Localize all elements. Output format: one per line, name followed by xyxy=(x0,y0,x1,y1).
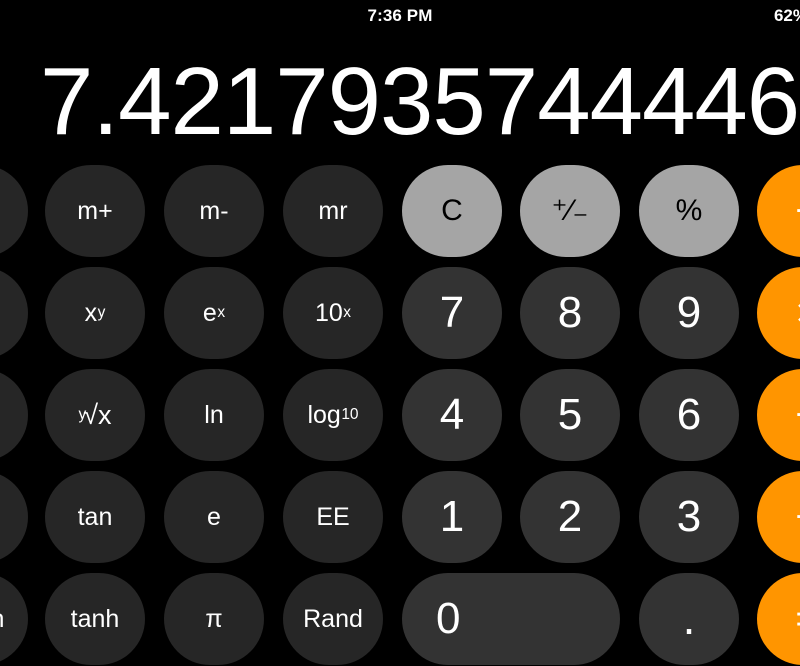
key-ee[interactable]: EE xyxy=(283,471,383,563)
key-equals[interactable]: = xyxy=(757,573,800,665)
key-digit-4[interactable]: 4 xyxy=(402,369,502,461)
key-multiply[interactable]: × xyxy=(757,267,800,359)
key-subtract[interactable]: − xyxy=(757,369,800,461)
key-label: cosh xyxy=(0,606,4,632)
key-label: √x xyxy=(83,399,112,430)
key-label: m+ xyxy=(77,196,113,225)
key-square-root[interactable]: √x xyxy=(0,369,28,461)
key-digit-2[interactable]: 2 xyxy=(520,471,620,563)
key-label: mr xyxy=(318,196,348,225)
key-tan[interactable]: tan xyxy=(45,471,145,563)
key-mc[interactable]: mc xyxy=(0,165,28,257)
keypad-row: cosh tanh π Rand 0. = xyxy=(0,573,800,665)
key-label: EE xyxy=(316,502,350,531)
calculator-keypad: mcm+m-mrC⁺⁄₋%÷x2xyex10x789×√xy√xlnlog104… xyxy=(0,165,800,666)
key-label: 4 xyxy=(439,390,465,439)
key-m-minus[interactable]: m- xyxy=(164,165,264,257)
key-label: 10 xyxy=(314,298,343,327)
keypad-row: x2xyex10x789× xyxy=(0,267,800,359)
status-bar-battery-percent: 62% xyxy=(773,6,800,25)
status-bar: 7:36 PM 62% xyxy=(0,0,800,34)
keypad-row: mc m+ m-mr C ⁺⁄₋% ÷ xyxy=(0,165,800,257)
key-label: tanh xyxy=(70,604,120,633)
key-cos[interactable]: cos xyxy=(0,471,28,563)
display-value: 7.421793574444621 xyxy=(40,48,800,155)
key-label: − xyxy=(795,395,800,435)
key-label: 3 xyxy=(676,492,702,541)
key-label: = xyxy=(795,599,800,639)
keypad-row: cos tan e EE 1 2 3 + xyxy=(0,471,800,563)
key-add[interactable]: + xyxy=(757,471,800,563)
key-x-power-y[interactable]: xy xyxy=(45,267,145,359)
status-bar-time: 7:36 PM xyxy=(367,6,433,25)
key-label: 7 xyxy=(439,288,465,337)
key-x-squared[interactable]: x2 xyxy=(0,267,28,359)
key-tanh[interactable]: tanh xyxy=(45,573,145,665)
key-label: 2 xyxy=(557,492,583,541)
key-label: tan xyxy=(77,502,113,531)
key-label: × xyxy=(795,293,800,333)
key-digit-3[interactable]: 3 xyxy=(639,471,739,563)
key-label: m- xyxy=(199,196,229,225)
key-label: 6 xyxy=(676,390,702,439)
key-label: π xyxy=(205,604,223,633)
key-mr[interactable]: mr xyxy=(283,165,383,257)
key-pi[interactable]: π xyxy=(164,573,264,665)
key-digit-8[interactable]: 8 xyxy=(520,267,620,359)
key-rand[interactable]: Rand xyxy=(283,573,383,665)
calculator-screen: 7:36 PM 62% 7.421793574444621 mcm+m-mrC⁺… xyxy=(0,0,800,666)
key-label: 1 xyxy=(439,492,465,541)
key-label: log xyxy=(307,400,341,429)
key-ten-power-x[interactable]: 10 x xyxy=(283,267,383,359)
key-digit-7[interactable]: 7 xyxy=(402,267,502,359)
calculator-display[interactable]: 7.421793574444621 xyxy=(0,52,800,152)
key-digit-6[interactable]: 6 xyxy=(639,369,739,461)
key-sign-toggle[interactable]: ⁺⁄₋ xyxy=(520,165,620,257)
key-decimal-point[interactable]: . xyxy=(639,573,739,665)
key-digit-0[interactable]: 0 xyxy=(402,573,620,665)
key-label: . xyxy=(682,592,696,645)
key-label: 0 xyxy=(436,594,461,643)
key-divide[interactable]: ÷ xyxy=(757,165,800,257)
key-y-root-x[interactable]: y √x xyxy=(45,369,145,461)
key-label: Rand xyxy=(303,604,363,633)
key-label: C xyxy=(441,194,463,227)
key-label: x xyxy=(84,298,98,327)
key-label: 8 xyxy=(557,288,583,337)
key-clear[interactable]: C xyxy=(402,165,502,257)
key-label: ÷ xyxy=(796,191,800,231)
key-log-base-10[interactable]: log 10 xyxy=(283,369,383,461)
key-label: e xyxy=(202,298,217,327)
key-label: % xyxy=(675,194,703,227)
key-m-plus[interactable]: m+ xyxy=(45,165,145,257)
key-label: 5 xyxy=(557,390,583,439)
key-euler-e[interactable]: e xyxy=(164,471,264,563)
keypad-row: √xy√x ln log10 4 5 6 − xyxy=(0,369,800,461)
key-label: + xyxy=(795,497,800,537)
key-label: ⁺⁄₋ xyxy=(551,194,589,227)
key-percent[interactable]: % xyxy=(639,165,739,257)
key-digit-1[interactable]: 1 xyxy=(402,471,502,563)
key-label: e xyxy=(207,502,221,531)
key-natural-log[interactable]: ln xyxy=(164,369,264,461)
key-label: ln xyxy=(204,400,224,429)
key-label: 9 xyxy=(676,288,702,337)
key-digit-9[interactable]: 9 xyxy=(639,267,739,359)
key-cosh[interactable]: cosh xyxy=(0,573,28,665)
key-e-power-x[interactable]: ex xyxy=(164,267,264,359)
key-digit-5[interactable]: 5 xyxy=(520,369,620,461)
